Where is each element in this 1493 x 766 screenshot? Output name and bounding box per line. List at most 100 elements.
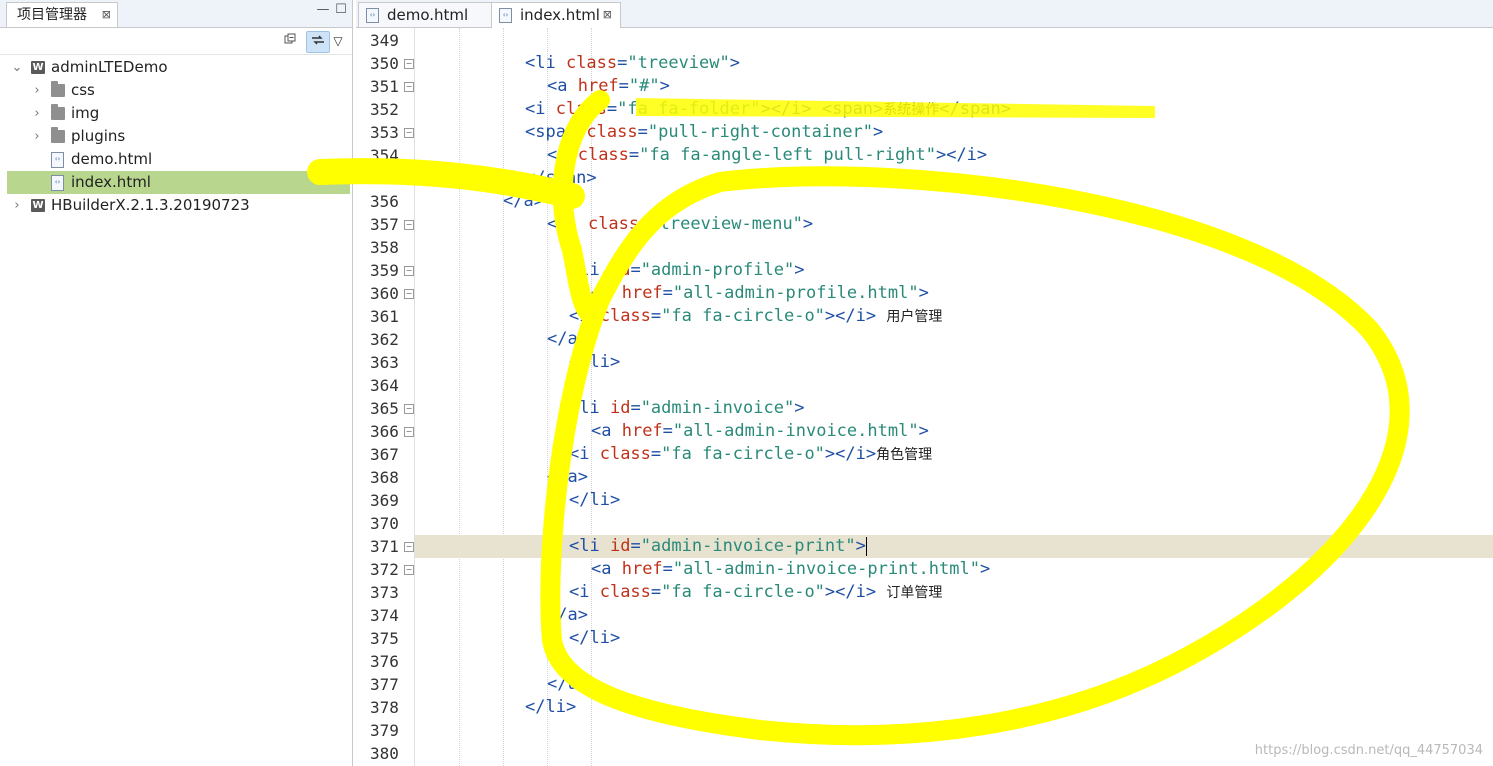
code-token-str: "admin-profile": [640, 260, 795, 280]
code-line: <li id="admin-invoice-print">: [415, 535, 1493, 558]
folder-icon: [51, 104, 65, 120]
code-line: <li class="treeview">: [415, 52, 1493, 75]
line-number: 367: [370, 445, 399, 464]
tree-item-label: demo.html: [71, 150, 153, 168]
code-line-text: </li>: [525, 696, 576, 719]
fold-toggle-icon[interactable]: −: [404, 542, 414, 552]
html-file-icon: ‹›: [366, 8, 379, 23]
code-token-tag: <i: [525, 99, 556, 119]
code-line: <span class="pull-right-container">: [415, 121, 1493, 144]
tree-item-adminltedemo[interactable]: ⌄ WadminLTEDemo: [7, 56, 350, 79]
chevron-right-icon[interactable]: ›: [11, 194, 23, 217]
tree-item-hbuilderx-2-1-3-20190723[interactable]: › W HBuilderX.2.1.3.20190723: [7, 194, 350, 217]
code-line: </a>: [415, 328, 1493, 351]
view-menu-button[interactable]: ▽: [330, 31, 346, 51]
code-token-tag: >: [659, 76, 670, 96]
code-line-text: <span class="pull-right-container">: [525, 121, 883, 144]
line-number: 373: [370, 583, 399, 602]
code-line-text: <a href="all-admin-invoice.html">: [591, 420, 929, 443]
code-token-tag: <li: [569, 260, 610, 280]
code-token-tag: ></i>: [935, 145, 988, 165]
code-token-str: "fa fa-circle-o": [661, 444, 825, 464]
link-with-editor-button[interactable]: [306, 31, 330, 53]
code-token-tag: </a>: [547, 467, 588, 487]
code-token-tag: >: [873, 122, 884, 142]
project-manager-tab[interactable]: 项目管理器 ⊠: [6, 2, 118, 27]
line-number: 374: [370, 606, 399, 625]
fold-toggle-icon[interactable]: −: [404, 128, 414, 138]
code-token-tag: </span>: [939, 99, 1011, 119]
code-token-tag: </a>: [503, 191, 544, 211]
line-number: 359: [370, 261, 399, 280]
code-line: </li>: [415, 627, 1493, 650]
chevron-right-icon[interactable]: ›: [31, 125, 43, 148]
tree-item-plugins[interactable]: › plugins: [7, 125, 350, 148]
tab-label: demo.html: [387, 6, 469, 24]
code-token-tag: =: [630, 536, 641, 556]
code-token-txt: 角色管理: [876, 447, 933, 463]
code-line-text: <li id="admin-invoice-print">: [569, 535, 867, 558]
folder-icon: [51, 127, 65, 143]
fold-toggle-icon[interactable]: −: [404, 565, 414, 575]
code-line: <i class="fa fa-circle-o"></i> 订单管理: [415, 581, 1493, 604]
code-line-text: <li id="admin-profile">: [569, 259, 804, 282]
code-token-attr: class: [599, 444, 651, 464]
fold-toggle-icon[interactable]: −: [404, 266, 414, 276]
folder-icon: [51, 81, 65, 97]
tree-item-css[interactable]: › css: [7, 79, 350, 102]
code-token-tag: <i: [569, 444, 600, 464]
code-token-tag: </li>: [569, 628, 621, 648]
line-number: 369: [370, 491, 399, 510]
close-icon[interactable]: ⊠: [102, 3, 111, 27]
line-number: 371: [370, 537, 399, 556]
code-token-str: "fa fa-folder": [617, 99, 761, 119]
chevron-right-icon[interactable]: ›: [31, 79, 43, 102]
line-number: 366: [370, 422, 399, 441]
tree-item-label: index.html: [71, 173, 151, 191]
code-token-txt: 用户管理: [886, 309, 943, 325]
code-line: </a>: [415, 466, 1493, 489]
code-line-text: </a>: [547, 604, 588, 627]
code-token-str: "treeview": [627, 53, 730, 73]
close-icon[interactable]: ⊠: [603, 3, 612, 27]
code-token-tag: =: [618, 76, 629, 96]
line-number: 351: [370, 77, 399, 96]
code-token-tag: <a: [591, 559, 622, 579]
minimize-icon[interactable]: —: [316, 3, 330, 17]
code-token-str: "all-admin-profile.html": [672, 283, 919, 303]
fold-toggle-icon[interactable]: −: [404, 59, 414, 69]
code-token-attr: class: [586, 122, 638, 142]
code-line: <a href="all-admin-profile.html">: [415, 282, 1493, 305]
tree-item-img[interactable]: › img: [7, 102, 350, 125]
chevron-down-icon[interactable]: ⌄: [11, 56, 23, 79]
tab-demo-html[interactable]: ‹› demo.html: [358, 2, 492, 27]
fold-toggle-icon[interactable]: −: [404, 427, 414, 437]
code-line-text: <li id="admin-invoice">: [569, 397, 804, 420]
code-line-text: <a href="all-admin-profile.html">: [591, 282, 929, 305]
code-line: <i class="fa fa-folder"></i> <span>系统操作<…: [415, 98, 1493, 121]
tab-index-html[interactable]: ‹› index.html ⊠: [491, 2, 621, 28]
code-token-tag: <a: [547, 76, 578, 96]
fold-toggle-icon[interactable]: −: [404, 220, 414, 230]
code-token-tag: <span: [525, 122, 587, 142]
maximize-icon[interactable]: ☐: [334, 3, 348, 17]
tree-item-demo-html[interactable]: ‹› demo.html: [7, 148, 350, 171]
fold-toggle-icon[interactable]: −: [404, 289, 414, 299]
project-manager-tab-label: 项目管理器: [17, 7, 87, 23]
code-area[interactable]: <li class="treeview"> <a href="#"> <i clas…: [415, 28, 1493, 766]
code-token-tag: >: [794, 398, 805, 418]
code-line: </li>: [415, 489, 1493, 512]
line-number-gutter: 349 350−351−352 353−354 355 356 357−358 359−36…: [356, 28, 415, 766]
code-token-tag: =: [650, 582, 662, 602]
collapse-all-button[interactable]: [279, 31, 301, 51]
code-line: <a href="all-admin-invoice-print.html">: [415, 558, 1493, 581]
chevron-right-icon[interactable]: ›: [31, 102, 43, 125]
fold-toggle-icon[interactable]: −: [404, 82, 414, 92]
line-number: 380: [370, 744, 399, 763]
tree-item-index-html[interactable]: ‹› index.html: [7, 171, 350, 194]
code-line-text: </span>: [525, 167, 597, 190]
code-token-str: "fa fa-circle-o": [661, 582, 825, 602]
fold-toggle-icon[interactable]: −: [404, 404, 414, 414]
code-token-tag: </span>: [525, 168, 597, 188]
